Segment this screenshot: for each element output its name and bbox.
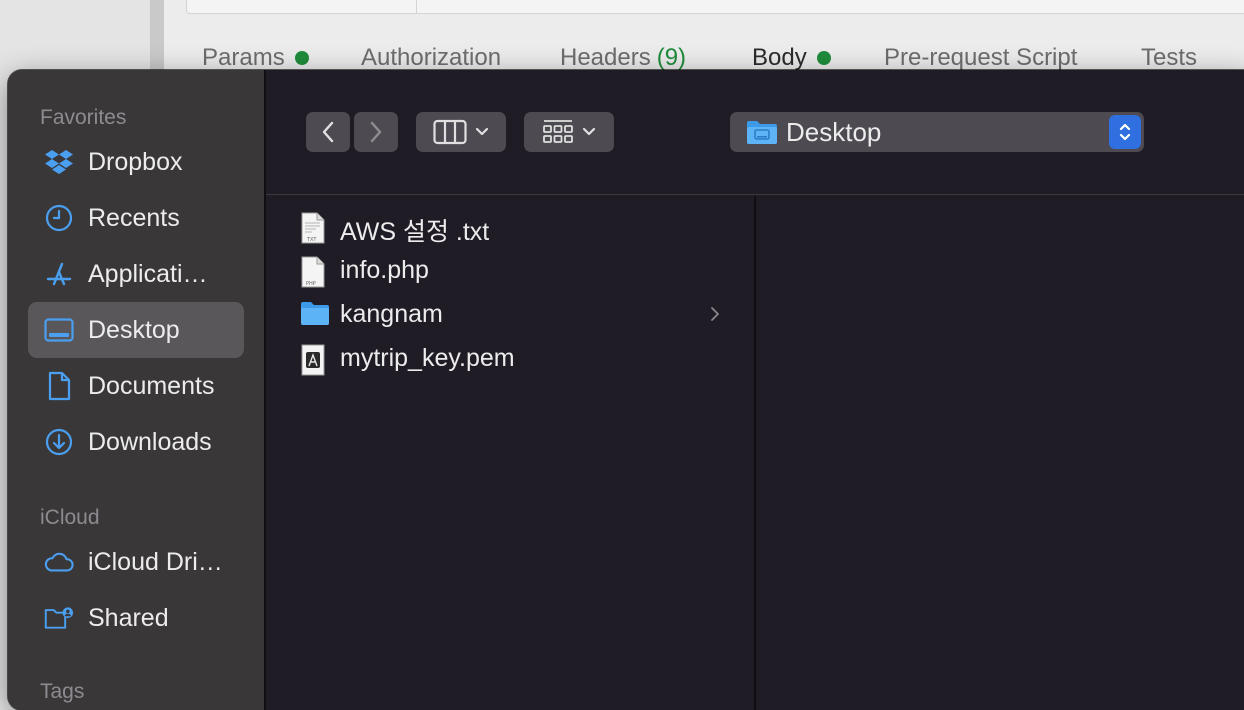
sidebar-item-label: Documents <box>88 371 215 400</box>
dialog-sidebar: Favorites Dropbox Recents Applicati… Des… <box>8 70 266 710</box>
columns-view-icon <box>433 119 467 145</box>
file-browser-column: TXT AWS 설정 .txt PHP info.php kangnam myt… <box>266 196 756 710</box>
php-file-icon: PHP <box>300 256 330 288</box>
pem-file-icon <box>300 344 330 376</box>
list-item[interactable]: PHP info.php <box>266 250 754 294</box>
file-name: AWS 설정 .txt <box>340 218 490 246</box>
favorites-header: Favorites <box>40 106 127 129</box>
folder-icon <box>300 300 330 332</box>
chevron-right-icon <box>710 306 720 327</box>
shared-folder-icon <box>44 603 74 633</box>
cloud-icon <box>44 547 74 577</box>
tab-headers[interactable]: Headers (9) <box>560 44 686 72</box>
sidebar-item-applications[interactable]: Applicati… <box>28 246 244 302</box>
chevron-down-icon <box>582 127 596 136</box>
chevron-down-icon <box>475 127 489 136</box>
body-status-dot <box>816 51 831 65</box>
sidebar-item-label: Shared <box>88 603 169 632</box>
icloud-header: iCloud <box>40 506 100 529</box>
sidebar-item-label: Desktop <box>88 315 180 344</box>
sidebar-item-dropbox[interactable]: Dropbox <box>28 134 244 190</box>
up-down-chevron-icon <box>1119 123 1131 141</box>
view-mode-button[interactable] <box>416 112 506 152</box>
location-label: Desktop <box>786 117 882 147</box>
sidebar-item-label: Recents <box>88 203 180 232</box>
svg-text:TXT: TXT <box>306 237 317 243</box>
list-item[interactable]: kangnam <box>266 294 754 338</box>
txt-file-icon: TXT <box>300 212 330 244</box>
svg-text:PHP: PHP <box>306 281 316 287</box>
dropbox-icon <box>44 147 74 177</box>
tab-authorization[interactable]: Authorization <box>361 44 501 72</box>
sidebar-item-documents[interactable]: Documents <box>28 358 244 414</box>
tab-body[interactable]: Body <box>752 44 831 72</box>
download-icon <box>44 427 74 457</box>
clock-icon <box>44 203 74 233</box>
sidebar-item-desktop[interactable]: Desktop <box>28 302 244 358</box>
list-item[interactable]: mytrip_key.pem <box>266 338 754 382</box>
desktop-icon <box>44 315 74 345</box>
dialog-toolbar: Desktop <box>266 70 1244 195</box>
list-item[interactable]: TXT AWS 설정 .txt <box>266 206 754 250</box>
sidebar-item-label: iCloud Dri… <box>88 547 223 576</box>
back-button[interactable] <box>306 112 350 152</box>
sidebar-item-icloud-drive[interactable]: iCloud Dri… <box>28 534 244 590</box>
sidebar-item-downloads[interactable]: Downloads <box>28 414 244 470</box>
applications-icon <box>44 259 74 289</box>
sidebar-item-label: Dropbox <box>88 147 183 176</box>
sidebar-item-label: Downloads <box>88 427 212 456</box>
file-open-dialog: Favorites Dropbox Recents Applicati… Des… <box>8 70 1244 710</box>
location-popup[interactable]: Desktop <box>730 112 1144 152</box>
sidebar-item-shared[interactable]: Shared <box>28 590 244 646</box>
group-by-button[interactable] <box>524 112 614 152</box>
sidebar-item-recents[interactable]: Recents <box>28 190 244 246</box>
file-name: info.php <box>340 256 429 284</box>
background-url-bar <box>186 0 1244 14</box>
grid-group-icon <box>543 120 573 143</box>
empty-browser-column <box>756 196 1244 710</box>
tags-header: Tags <box>40 680 85 703</box>
forward-button[interactable] <box>354 112 398 152</box>
dialog-main-pane: Desktop TXT AWS 설정 .txt PHP info.php kan… <box>266 70 1244 710</box>
chevron-right-icon <box>370 121 382 143</box>
params-status-dot <box>294 51 309 65</box>
tab-params[interactable]: Params <box>202 44 309 72</box>
file-name: kangnam <box>340 300 443 328</box>
tab-pre-request-script[interactable]: Pre-request Script <box>884 44 1077 72</box>
popup-stepper[interactable] <box>1109 115 1141 149</box>
chevron-left-icon <box>322 121 334 143</box>
file-name: mytrip_key.pem <box>340 344 515 372</box>
sidebar-item-label: Applicati… <box>88 259 208 288</box>
tab-tests[interactable]: Tests <box>1141 44 1197 72</box>
desktop-folder-icon <box>746 119 778 150</box>
document-icon <box>44 371 74 401</box>
